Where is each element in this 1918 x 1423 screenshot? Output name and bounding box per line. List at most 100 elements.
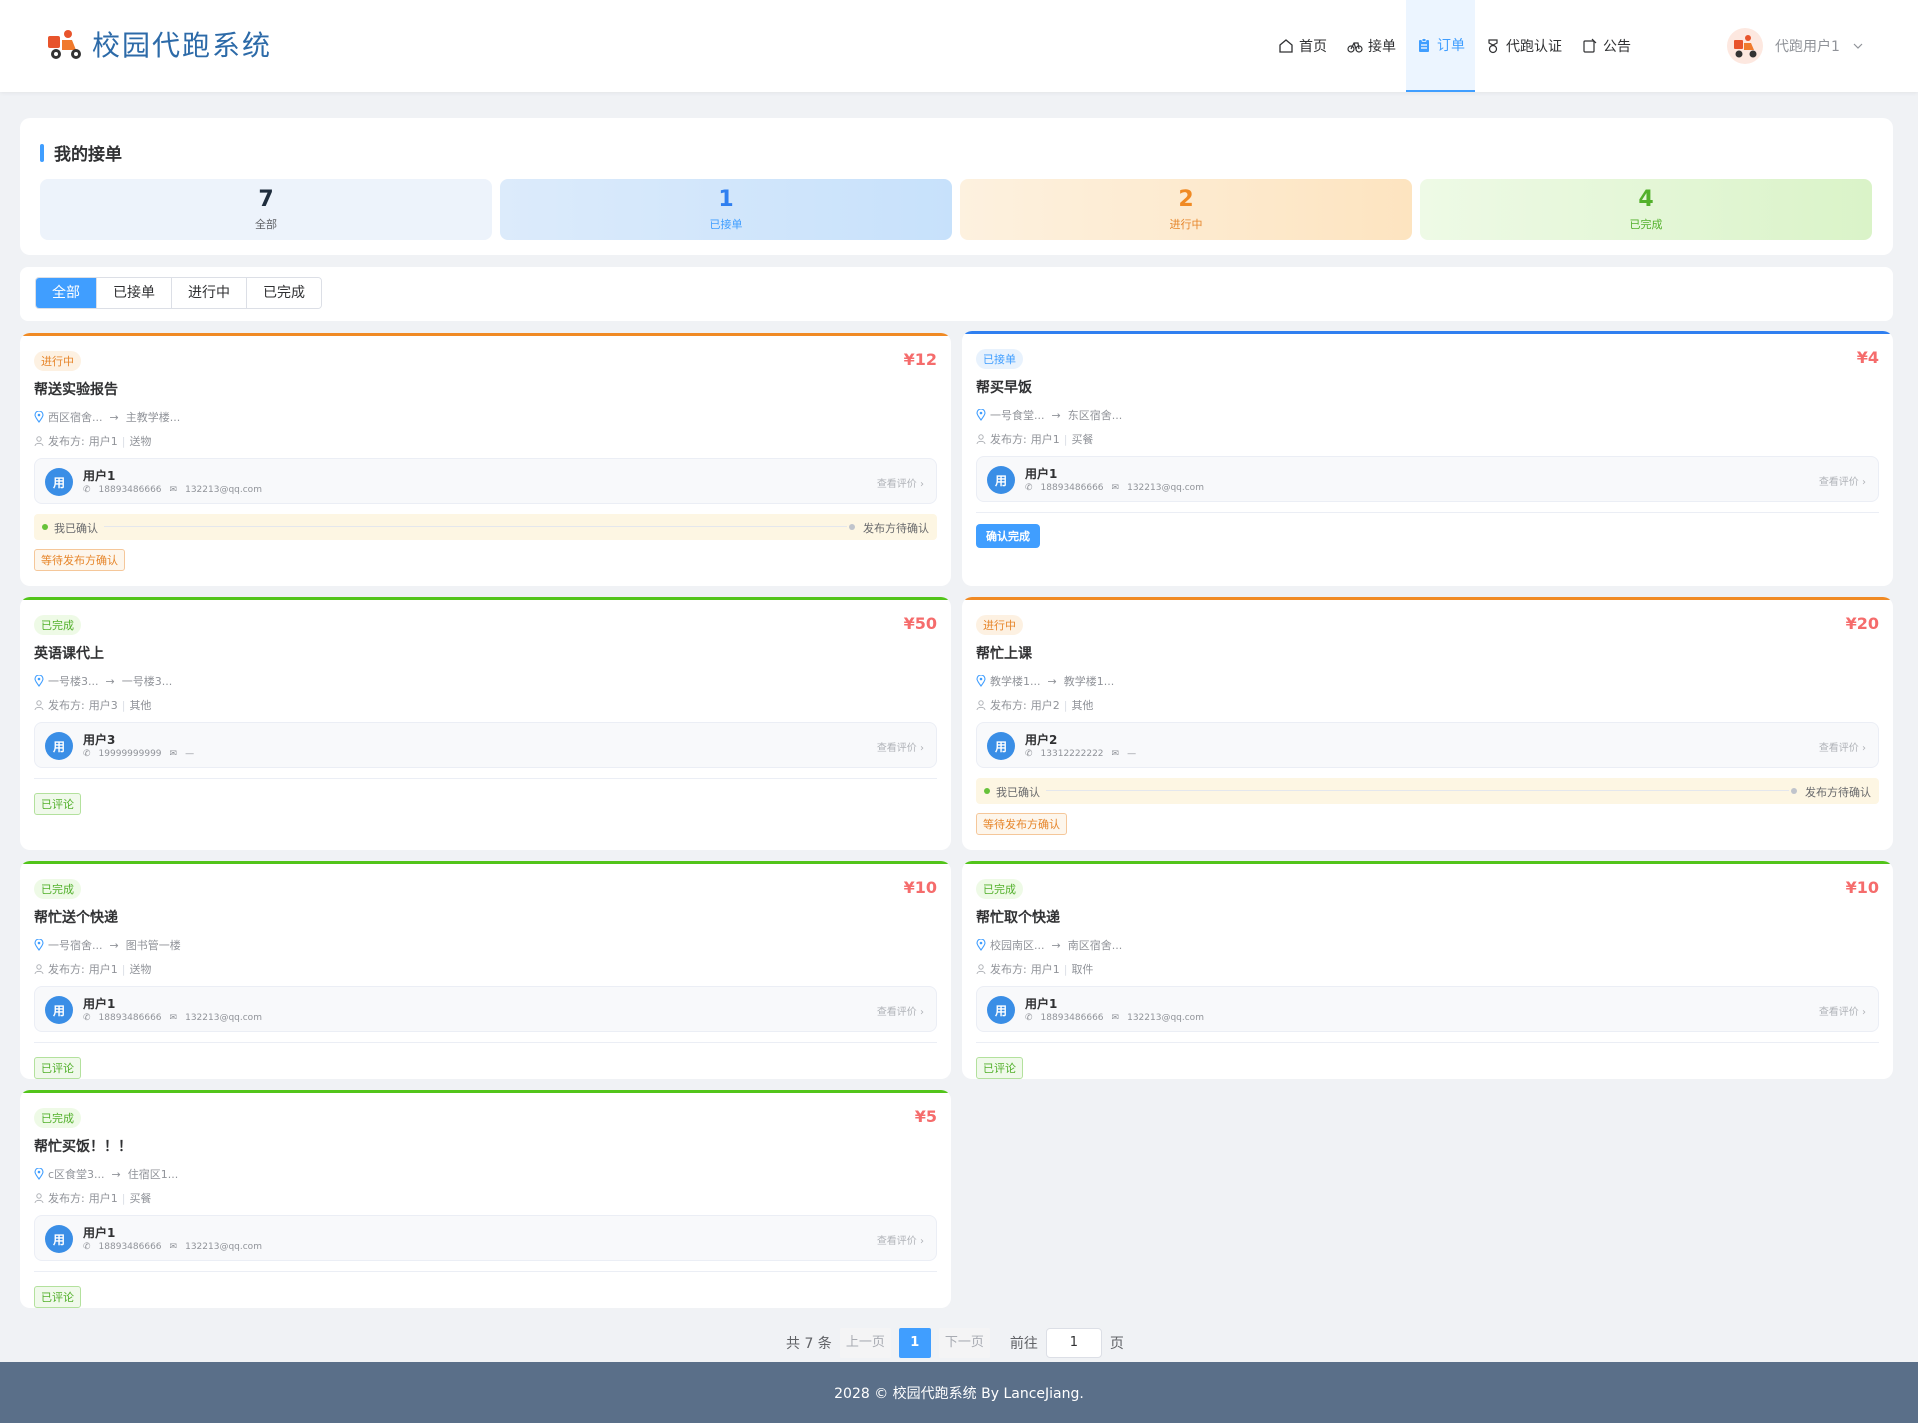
publisher-box: 用 用户1 ✆ 18893486666 ✉ 132213@qq.com 查看评价 › [976,986,1879,1032]
view-review-link[interactable]: 查看评价 › [877,739,924,754]
footer-text: 2028 © 校园代跑系统 By LanceJiang. [834,1385,1084,1402]
publisher-email: — [1127,749,1137,759]
order-card[interactable]: 进行中 ¥20 帮忙上课 教学楼1... → 教学楼1... 发布方: 用户2 … [962,597,1893,850]
tab-all[interactable]: 全部 [36,278,97,308]
phone-icon: ✆ [83,1242,91,1252]
meta-separator: | [121,1191,126,1205]
arrow-right-icon: → [111,1167,121,1181]
publisher-email: 132213@qq.com [1127,1013,1204,1023]
nav-notice[interactable]: 公告 [1572,0,1641,92]
publisher-contact: ✆ 13312222222 ✉ — [1025,749,1136,759]
main-nav: 首页 接单 订单 代跑认证 公告 [1268,0,1641,92]
user-avatar[interactable] [1727,28,1763,64]
publisher-box: 用 用户2 ✆ 13312222222 ✉ — 查看评价 › [976,722,1879,768]
order-card[interactable]: 已完成 ¥50 英语课代上 一号楼3... → 一号楼3... 发布方: 用户3… [20,597,951,850]
phone-icon: ✆ [1025,1013,1033,1023]
user-menu[interactable]: 代跑用户1 [1727,28,1864,64]
order-title: 英语课代上 [34,646,104,662]
person-icon [34,700,44,710]
order-type: 其他 [129,699,152,712]
person-icon [34,1193,44,1203]
card-status-line [20,597,951,600]
order-card[interactable]: 已接单 ¥4 帮买早饭 一号食堂... → 东区宿舍... 发布方: 用户1 |… [962,331,1893,586]
order-card[interactable]: 已完成 ¥10 帮忙送个快递 一号宿舍... → 图书管一楼 发布方: 用户1 … [20,861,951,1079]
home-icon [1279,39,1293,53]
pager-prev[interactable]: 上一页 [839,1328,891,1358]
publisher-phone: 18893486666 [1040,483,1104,493]
stat-accepted[interactable]: 1 已接单 [500,179,952,240]
tab-completed[interactable]: 已完成 [247,278,321,308]
status-badge: 已完成 [976,879,1023,899]
tab-accepted[interactable]: 已接单 [97,278,172,308]
location-pin-icon [976,675,986,687]
nav-certify[interactable]: 代跑认证 [1475,0,1572,92]
publisher-box-name: 用户1 [83,469,116,483]
order-card[interactable]: 已完成 ¥10 帮忙取个快递 校园南区... → 南区宿舍... 发布方: 用户… [962,861,1893,1079]
tab-inprogress[interactable]: 进行中 [172,278,247,308]
publisher-phone: 13312222222 [1040,749,1104,759]
nav-certify-label: 代跑认证 [1506,39,1562,55]
order-type: 送物 [129,435,152,448]
publisher-name: 用户1 [1030,963,1060,976]
stat-all[interactable]: 7 全部 [40,179,492,240]
view-review-link[interactable]: 查看评价 › [1819,473,1866,488]
route-to: 住宿区1... [127,1168,179,1181]
publisher-box: 用 用户1 ✆ 18893486666 ✉ 132213@qq.com 查看评价 › [34,1215,937,1261]
app-logo[interactable]: 校园代跑系统 [46,24,272,64]
phone-icon: ✆ [83,1013,91,1023]
route-to: 东区宿舍... [1067,409,1123,422]
pending-dot [849,524,855,530]
order-route: 一号宿舍... → 图书管一楼 [34,937,181,953]
order-status-tag: 已评论 [34,793,81,815]
order-card[interactable]: 已完成 ¥5 帮忙买饭！！！ c区食堂3... → 住宿区1... 发布方: 用… [20,1090,951,1308]
location-pin-icon [976,409,986,421]
order-price: ¥10 [903,878,937,897]
delivery-avatar-icon [1734,35,1757,58]
medal-icon [1488,39,1498,54]
nav-orders[interactable]: 订单 [1406,0,1475,92]
card-divider [34,1042,937,1043]
arrow-right-icon: → [109,410,119,424]
pager-goto-input[interactable]: 1 [1045,1328,1102,1358]
person-icon [34,436,44,446]
pager-next[interactable]: 下一页 [938,1328,990,1358]
phone-icon: ✆ [83,485,91,495]
view-review-link[interactable]: 查看评价 › [877,1003,924,1018]
phone-icon: ✆ [1025,749,1033,759]
order-meta: 发布方: 用户3 | 其他 [34,697,151,713]
location-pin-icon [34,1168,44,1180]
publisher-box-name: 用户2 [1025,733,1058,747]
email-icon: ✉ [169,1242,178,1252]
route-from: c区食堂3... [48,1168,105,1181]
stat-all-num: 7 [258,187,274,212]
view-review-link[interactable]: 查看评价 › [877,1232,924,1247]
meta-separator: | [1063,432,1068,446]
top-header: 校园代跑系统 首页 接单 订单 代跑认证 公告 代跑用户1 [0,0,1918,92]
footer: 2028 © 校园代跑系统 By LanceJiang. [0,1362,1918,1423]
meta-separator: | [121,962,126,976]
view-review-link[interactable]: 查看评价 › [1819,739,1866,754]
arrow-right-icon: → [1051,408,1061,422]
filter-tabs: 全部 已接单 进行中 已完成 [35,277,322,309]
delivery-scooter-icon [48,30,81,59]
status-badge: 已完成 [34,615,81,635]
order-card[interactable]: 进行中 ¥12 帮送实验报告 西区宿舍... → 主教学楼... 发布方: 用户… [20,333,951,586]
order-meta: 发布方: 用户1 | 买餐 [34,1190,151,1206]
status-badge: 已完成 [34,879,81,899]
publisher-name: 用户1 [88,1192,118,1205]
nav-home[interactable]: 首页 [1268,0,1337,92]
nav-accept[interactable]: 接单 [1337,0,1406,92]
view-review-link[interactable]: 查看评价 › [1819,1003,1866,1018]
pager-current[interactable]: 1 [898,1328,931,1358]
nav-orders-label: 订单 [1437,38,1465,54]
stat-completed[interactable]: 4 已完成 [1420,179,1872,240]
view-review-link[interactable]: 查看评价 › [877,475,924,490]
publisher-phone: 18893486666 [98,1242,162,1252]
order-status-tag: 已评论 [34,1057,81,1079]
confirm-complete-button[interactable]: 确认完成 [976,524,1040,548]
stat-inprogress[interactable]: 2 进行中 [960,179,1412,240]
stat-accepted-label: 已接单 [709,218,743,231]
meta-separator: | [121,698,126,712]
confirm-progress: 我已确认 发布方待确认 [976,778,1879,804]
app-title: 校园代跑系统 [92,29,273,62]
